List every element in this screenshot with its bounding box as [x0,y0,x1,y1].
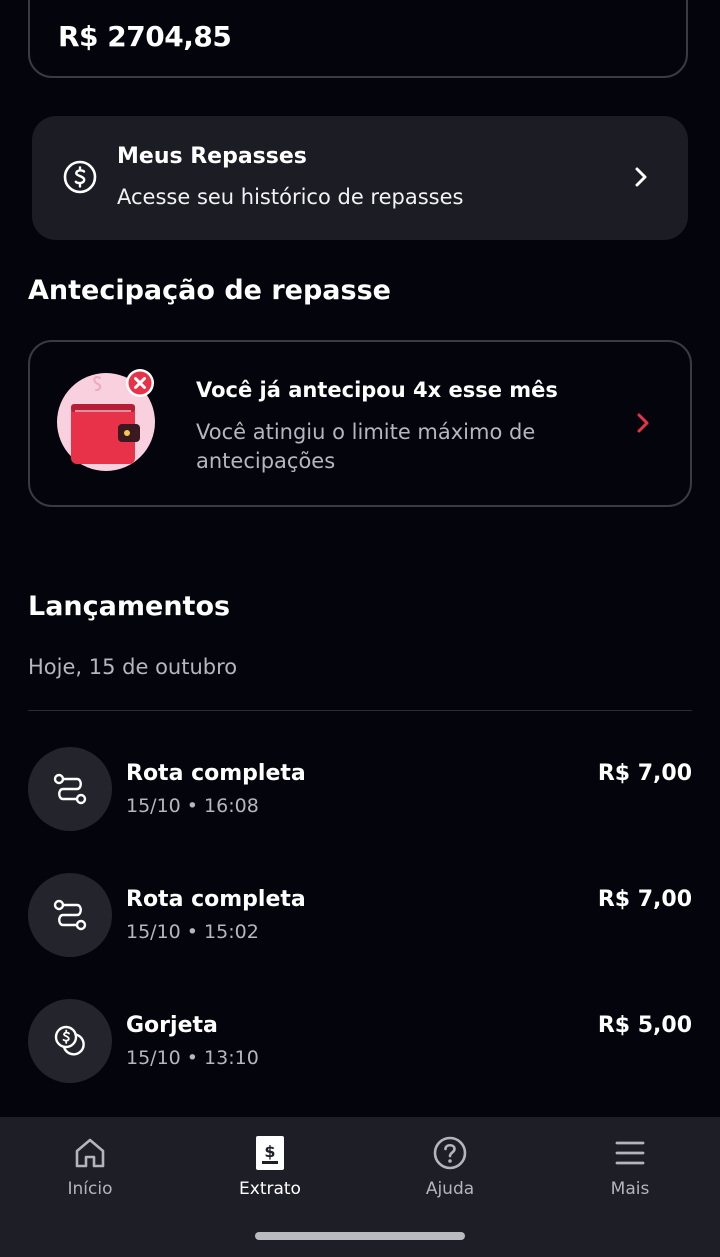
dollar-circle-icon [63,160,97,194]
my-transfers-title: Meus Repasses [117,144,307,169]
date-group-label: Hoje, 15 de outubro [28,655,238,679]
nav-label: Mais [610,1179,650,1199]
svg-text:$: $ [264,1142,275,1161]
transaction-title: Gorjeta [126,1013,218,1038]
divider [28,710,692,711]
advance-limit-title: Você já antecipou 4x esse mês [196,378,558,402]
advance-limit-subtitle: Você atingiu o limite máximo de antecipa… [196,420,536,473]
transaction-title: Rota completa [126,761,306,786]
transaction-time: 15/10 • 15:02 [126,921,259,943]
transaction-amount: R$ 5,00 [597,1013,692,1038]
transaction-row[interactable]: Rota completa 15/10 • 15:02 R$ 7,00 [28,873,692,957]
nav-item-statement[interactable]: $ Extrato [180,1117,360,1217]
route-icon [53,773,87,805]
home-icon [75,1138,105,1168]
transaction-time: 15/10 • 16:08 [126,795,259,817]
nav-item-more[interactable]: Mais [540,1117,720,1217]
transaction-icon-circle [28,747,112,831]
coins-icon [54,1025,85,1056]
transaction-title: Rota completa [126,887,306,912]
transaction-row[interactable]: Rota completa 15/10 • 16:08 R$ 7,00 [28,747,692,831]
nav-item-home[interactable]: Início [0,1117,180,1217]
receipt-icon: $ [256,1136,284,1170]
chevron-right-icon [635,167,647,187]
my-transfers-card[interactable]: Meus Repasses Acesse seu histórico de re… [32,116,688,240]
transaction-icon-circle [28,873,112,957]
help-icon [433,1136,467,1170]
route-icon [53,899,87,931]
balance-value: R$ 2704,85 [58,20,232,53]
wallet-blocked-icon [57,369,155,471]
transaction-time: 15/10 • 13:10 [126,1047,259,1069]
transaction-amount: R$ 7,00 [597,887,692,912]
nav-label: Ajuda [425,1179,475,1199]
nav-label: Extrato [239,1179,301,1199]
advance-limit-card[interactable]: Você já antecipou 4x esse mês Você ating… [28,340,692,507]
advance-section-title: Antecipação de repasse [28,275,391,306]
transaction-icon-circle [28,999,112,1083]
transaction-row[interactable]: Gorjeta 15/10 • 13:10 R$ 5,00 [28,999,692,1083]
entries-section-title: Lançamentos [28,591,231,622]
transaction-amount: R$ 7,00 [597,761,692,786]
menu-icon [615,1141,645,1165]
my-transfers-subtitle: Acesse seu histórico de repasses [117,185,464,209]
home-indicator[interactable] [255,1232,465,1240]
nav-label: Início [67,1179,113,1199]
nav-item-help[interactable]: Ajuda [360,1117,540,1217]
balance-card: R$ 2704,85 [28,0,688,78]
chevron-right-icon [637,413,649,433]
